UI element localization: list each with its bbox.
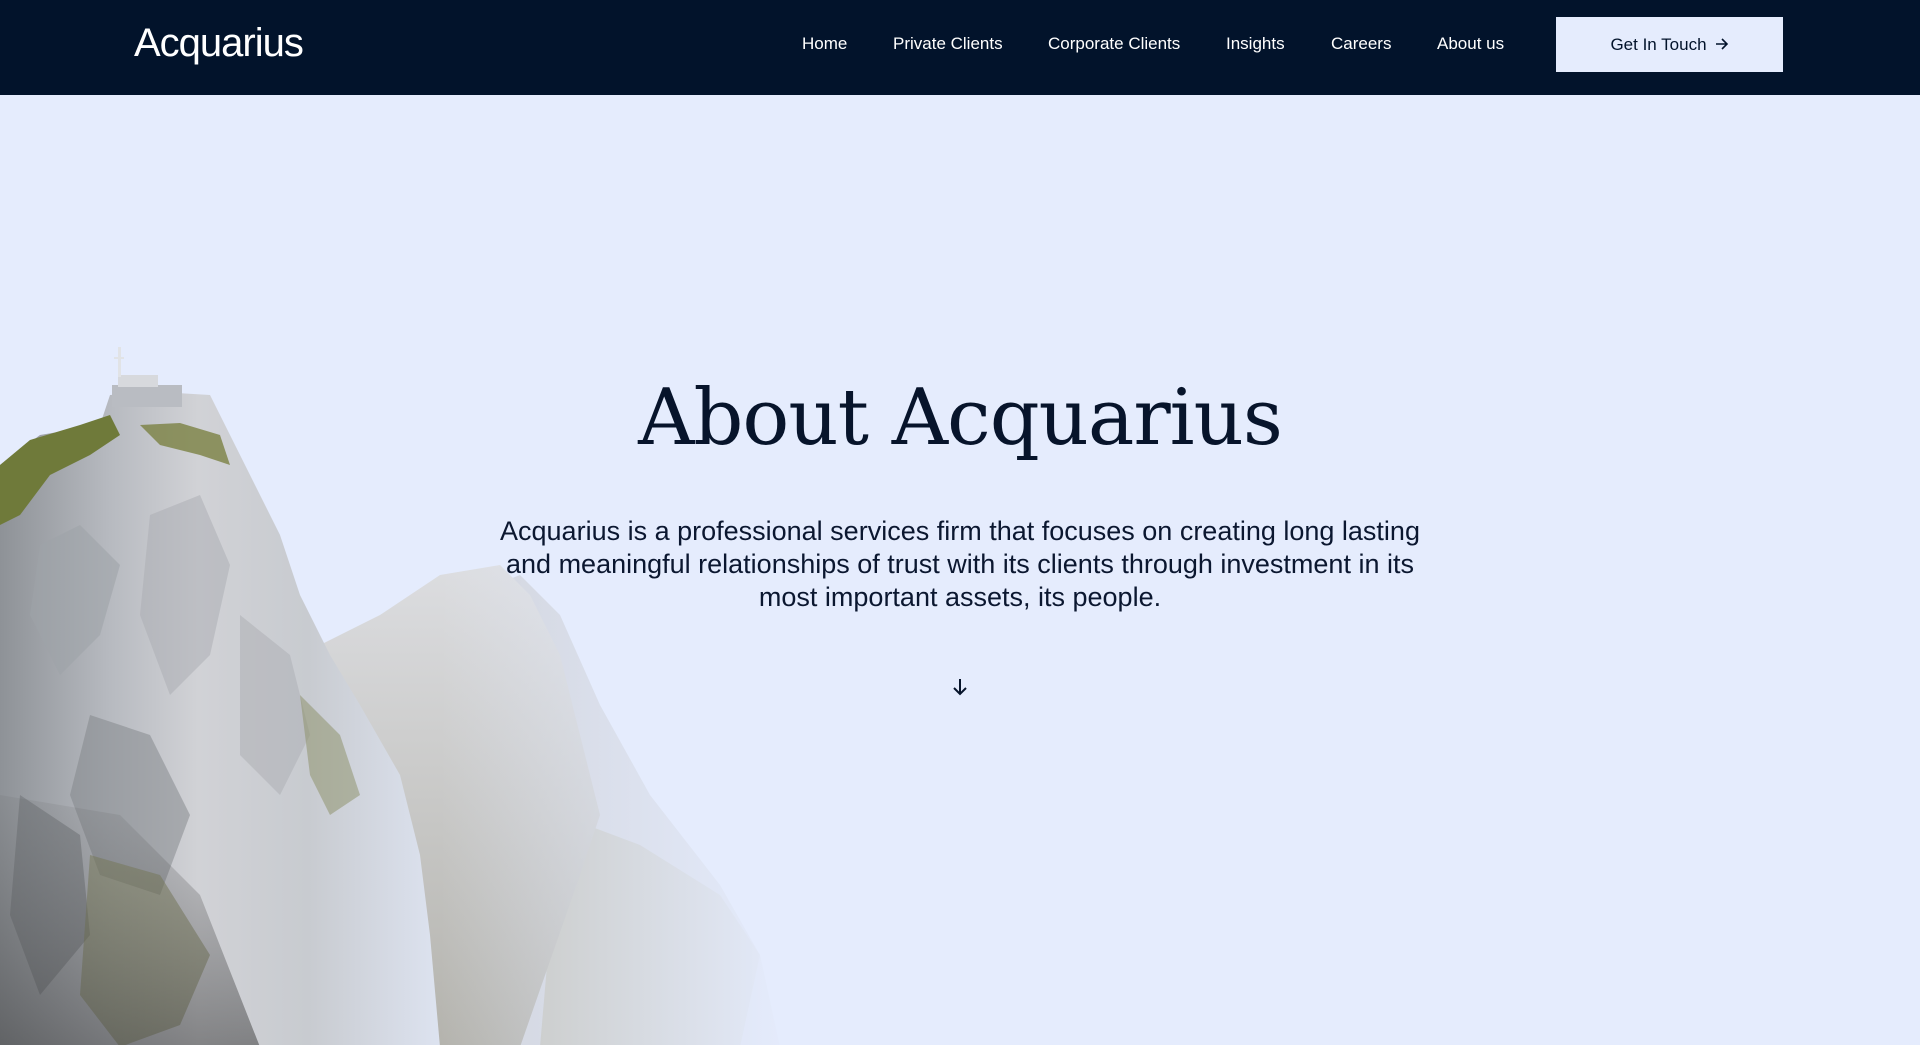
top-navigation-bar: Acquarius Home Private Clients Corporate… — [0, 0, 1920, 95]
arrow-right-icon — [1715, 35, 1729, 55]
page-title: About Acquarius — [638, 373, 1283, 463]
arrow-down-icon[interactable] — [948, 675, 972, 699]
acquarius-logo[interactable]: Acquarius — [134, 20, 304, 66]
nav-careers[interactable]: Careers — [1331, 33, 1391, 55]
hero-section: About Acquarius Acquarius is a professio… — [0, 95, 1920, 1047]
nav-insights[interactable]: Insights — [1226, 33, 1285, 55]
nav-corporate-clients[interactable]: Corporate Clients — [1048, 33, 1180, 55]
nav-home[interactable]: Home — [802, 33, 847, 55]
nav-about-us[interactable]: About us — [1437, 33, 1504, 55]
get-in-touch-button[interactable]: Get In Touch — [1556, 17, 1783, 72]
hero-description: Acquarius is a professional services fir… — [500, 516, 1420, 612]
nav-private-clients[interactable]: Private Clients — [893, 33, 1003, 55]
get-in-touch-label: Get In Touch — [1610, 34, 1707, 54]
